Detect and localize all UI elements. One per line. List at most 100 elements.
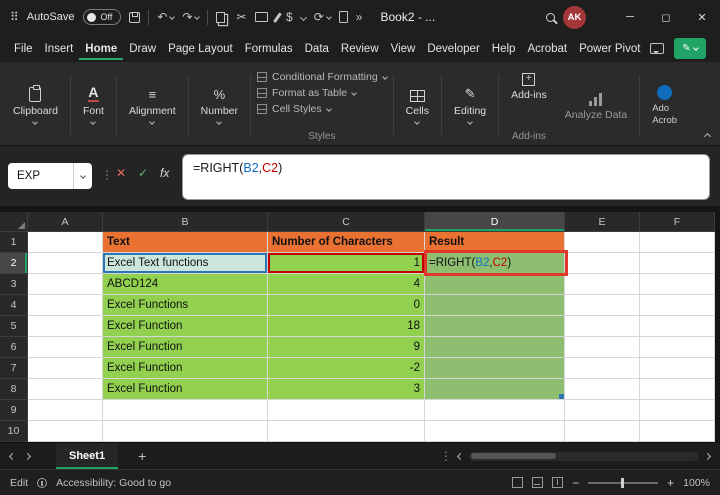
tab-insert[interactable]: Insert (39, 37, 80, 60)
number-button[interactable]: %Number (195, 81, 244, 129)
scrollbar-thumb[interactable] (471, 453, 556, 459)
cell-A9[interactable] (28, 400, 103, 421)
scrollbar-track[interactable] (469, 452, 699, 461)
tab-file[interactable]: File (8, 37, 39, 60)
tab-developer[interactable]: Developer (421, 37, 485, 60)
page-break-view-icon[interactable] (552, 477, 563, 488)
scroll-left-icon[interactable] (457, 452, 464, 459)
comments-icon[interactable] (650, 43, 664, 54)
cell-F6[interactable] (640, 337, 715, 358)
cell-D6[interactable] (425, 337, 565, 358)
cell-B10[interactable] (103, 421, 268, 442)
cell-F8[interactable] (640, 379, 715, 400)
tab-power-pivot[interactable]: Power Pivot (573, 37, 646, 60)
zoom-out-icon[interactable]: − (572, 477, 579, 489)
chevron-down-icon[interactable] (300, 13, 307, 20)
cell-A7[interactable] (28, 358, 103, 379)
cell-D2-active[interactable]: =RIGHT(B2,C2) (425, 253, 565, 274)
refresh-button[interactable]: ⟳ (314, 11, 331, 23)
cell-E10[interactable] (565, 421, 640, 442)
format-as-table-button[interactable]: Format as Table (257, 87, 387, 99)
minimize-button[interactable]: ─ (612, 0, 648, 34)
col-header-E[interactable]: E (565, 212, 640, 232)
cell-B3[interactable]: ABCD124 (103, 274, 268, 295)
cell-E8[interactable] (565, 379, 640, 400)
cell-C4[interactable]: 0 (268, 295, 425, 316)
cell-A4[interactable] (28, 295, 103, 316)
cell-D4[interactable] (425, 295, 565, 316)
cell-F3[interactable] (640, 274, 715, 295)
app-grip-icon[interactable]: ⠿ (10, 11, 19, 23)
cell-E7[interactable] (565, 358, 640, 379)
enter-icon[interactable]: ✓ (138, 167, 148, 179)
page-layout-view-icon[interactable] (532, 477, 543, 488)
select-all-button[interactable] (0, 212, 28, 232)
tab-view[interactable]: View (385, 37, 422, 60)
name-box-dropdown[interactable] (73, 163, 92, 189)
sheet-tab-sheet1[interactable]: Sheet1 (56, 443, 118, 469)
search-icon[interactable] (546, 13, 555, 22)
cell-A10[interactable] (28, 421, 103, 442)
cell-F5[interactable] (640, 316, 715, 337)
col-header-F[interactable]: F (640, 212, 715, 232)
cell-A1[interactable] (28, 232, 103, 253)
cell-B6[interactable]: Excel Function (103, 337, 268, 358)
cell-B9[interactable] (103, 400, 268, 421)
add-ins-button[interactable]: Add-ins (505, 65, 553, 106)
redo-button[interactable]: ↷ (182, 11, 199, 23)
row-header-5[interactable]: 5 (0, 316, 28, 337)
row-header-6[interactable]: 6 (0, 337, 28, 358)
tab-home[interactable]: Home (79, 37, 123, 60)
undo-button[interactable]: ↶ (157, 11, 174, 23)
row-header-10[interactable]: 10 (0, 421, 28, 442)
cell-E2[interactable] (565, 253, 640, 274)
adobe-acrobat-button[interactable]: AdoAcrob (646, 79, 683, 132)
row-header-9[interactable]: 9 (0, 400, 28, 421)
cell-A6[interactable] (28, 337, 103, 358)
next-sheet-icon[interactable] (24, 452, 31, 459)
cell-C6[interactable]: 9 (268, 337, 425, 358)
col-header-D[interactable]: D (425, 212, 565, 232)
cell-E9[interactable] (565, 400, 640, 421)
cell-styles-button[interactable]: Cell Styles (257, 103, 387, 115)
cell-C10[interactable] (268, 421, 425, 442)
cut-icon[interactable]: ✂ (236, 11, 246, 23)
cell-B4[interactable]: Excel Functions (103, 295, 268, 316)
cell-C1[interactable]: Number of Characters (268, 232, 425, 253)
currency-format-icon[interactable]: $ (286, 11, 293, 23)
cell-B5[interactable]: Excel Function (103, 316, 268, 337)
analyze-data-button[interactable]: Analyze Data (559, 85, 633, 126)
cell-C5[interactable]: 18 (268, 316, 425, 337)
tab-data[interactable]: Data (299, 37, 335, 60)
name-box[interactable]: EXP (8, 163, 92, 189)
cell-E6[interactable] (565, 337, 640, 358)
add-sheet-icon[interactable]: + (138, 449, 146, 463)
cell-E3[interactable] (565, 274, 640, 295)
toolbar-overflow-icon[interactable]: » (356, 11, 363, 23)
cell-D10[interactable] (425, 421, 565, 442)
row-header-4[interactable]: 4 (0, 295, 28, 316)
cell-D3[interactable] (425, 274, 565, 295)
normal-view-icon[interactable] (512, 477, 523, 488)
collapse-ribbon-icon[interactable] (704, 133, 711, 140)
conditional-formatting-button[interactable]: Conditional Formatting (257, 71, 387, 83)
cell-B2[interactable]: Excel Text functions (103, 253, 268, 274)
cell-A5[interactable] (28, 316, 103, 337)
editing-button[interactable]: ✎Editing (448, 81, 492, 129)
clipboard-button[interactable]: Clipboard (7, 81, 64, 129)
autosave-toggle[interactable]: Off (83, 9, 122, 25)
cell-F7[interactable] (640, 358, 715, 379)
format-painter-icon[interactable] (273, 12, 281, 22)
formula-input[interactable]: =RIGHT(B2,C2) (182, 154, 710, 200)
tab-formulas[interactable]: Formulas (239, 37, 299, 60)
cell-D8[interactable] (425, 379, 565, 400)
cells-button[interactable]: Cells (400, 81, 435, 129)
zoom-in-icon[interactable]: + (667, 477, 674, 489)
maximize-button[interactable]: ◻ (648, 0, 684, 34)
cell-A8[interactable] (28, 379, 103, 400)
cell-D9[interactable] (425, 400, 565, 421)
zoom-level[interactable]: 100% (683, 477, 710, 489)
cell-E1[interactable] (565, 232, 640, 253)
share-button[interactable]: ✎ (674, 38, 706, 59)
scrollbar-grip-icon[interactable]: ⋮ (440, 449, 452, 463)
